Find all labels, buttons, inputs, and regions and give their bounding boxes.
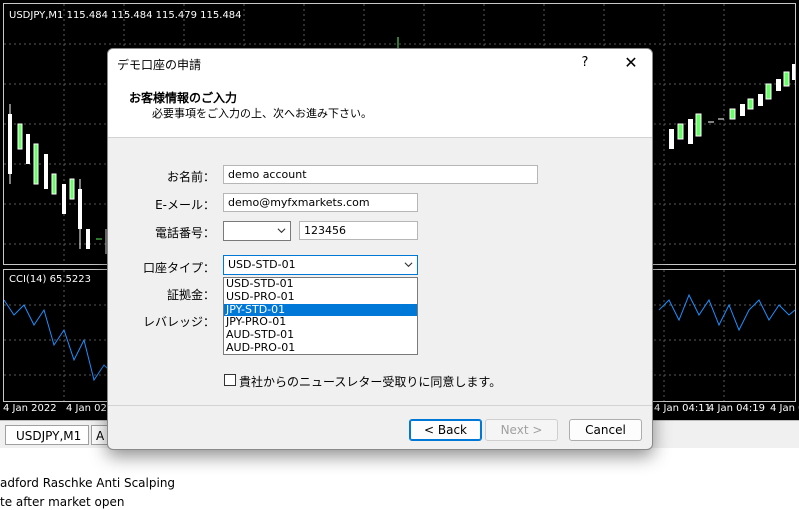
next-button[interactable]: Next >: [485, 419, 558, 441]
newsletter-checkbox[interactable]: [224, 374, 236, 386]
chevron-down-icon: [404, 262, 413, 268]
back-button[interactable]: < Back: [409, 419, 482, 441]
dialog-header: デモ口座の申請 ? ✕ お客様情報のご入力 必要事項をご入力の上、次へお進み下さ…: [108, 49, 652, 138]
time-label: 4 Jan 04:19: [708, 403, 765, 414]
dialog-title: デモ口座の申請: [117, 58, 202, 72]
tab-usdjpy-m1[interactable]: USDJPY,M1: [5, 425, 89, 445]
email-label: E-メール：: [155, 198, 215, 212]
help-button[interactable]: ?: [578, 55, 592, 71]
time-label: 4 Jan 04:2: [770, 403, 799, 414]
ohlc-readout: USDJPY,M1 115.484 115.484 115.479 115.48…: [9, 10, 242, 21]
deposit-label: 証拠金：: [166, 288, 215, 302]
list-item[interactable]: adford Raschke Anti Scalping: [0, 476, 175, 490]
cancel-button[interactable]: Cancel: [569, 419, 642, 441]
phone-country-select[interactable]: [223, 221, 291, 241]
cci-readout: CCI(14) 65.5223: [9, 274, 91, 285]
account-option[interactable]: USD-STD-01: [224, 277, 417, 291]
phone-field[interactable]: [299, 221, 418, 240]
candles-right: [669, 64, 795, 149]
account-option[interactable]: AUD-PRO-01: [224, 341, 417, 355]
close-icon[interactable]: ✕: [620, 54, 642, 72]
chevron-down-icon: [277, 228, 286, 234]
phone-label: 電話番号：: [154, 226, 215, 240]
name-label: お名前：: [166, 170, 215, 184]
account-type-value: USD-STD-01: [228, 258, 296, 271]
time-label: 4 Jan 2022: [3, 403, 57, 414]
email-field[interactable]: [223, 193, 418, 212]
account-type-select[interactable]: USD-STD-01: [223, 255, 418, 275]
navigator-list: adford Raschke Anti Scalping te after ma…: [0, 448, 799, 510]
dialog-footer: < Back Next > Cancel: [108, 405, 652, 449]
newsletter-label[interactable]: 貴社からのニュースレター受取りに同意します。: [239, 373, 501, 390]
section-subheading: 必要事項をご入力の上、次へお進み下さい。: [152, 107, 372, 120]
time-label: 4 Jan 04:11: [654, 403, 711, 414]
account-option[interactable]: USD-PRO-01: [224, 290, 417, 304]
leverage-label: レバレッジ：: [142, 315, 215, 329]
demo-account-dialog: デモ口座の申請 ? ✕ お客様情報のご入力 必要事項をご入力の上、次へお進み下さ…: [107, 48, 653, 450]
account-type-dropdown: USD-STD-01 USD-PRO-01 JPY-STD-01 JPY-PRO…: [223, 277, 418, 355]
list-item[interactable]: te after market open: [0, 495, 124, 509]
account-type-label: 口座タイプ：: [142, 261, 215, 275]
name-field[interactable]: [223, 165, 538, 184]
section-heading: お客様情報のご入力: [129, 91, 238, 105]
